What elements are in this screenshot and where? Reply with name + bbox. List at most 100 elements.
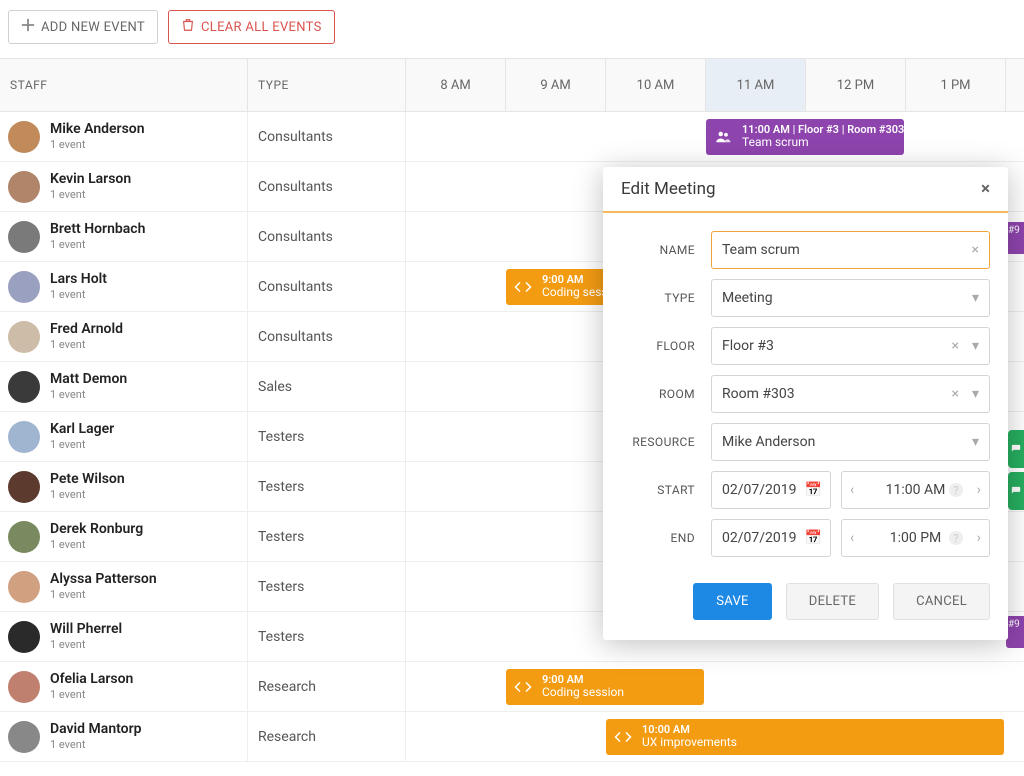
event-peek[interactable]: #9	[1006, 222, 1024, 254]
add-event-label: ADD NEW EVENT	[41, 20, 145, 35]
avatar	[8, 171, 40, 203]
time-header-slot[interactable]: 1 PM	[906, 59, 1006, 111]
calendar-icon: 📅	[805, 482, 822, 498]
staff-type: Testers	[248, 512, 406, 561]
avatar	[8, 121, 40, 153]
staff-type: Research	[248, 712, 406, 761]
staff-type: Consultants	[248, 262, 406, 311]
header-staff: STAFF	[0, 59, 248, 111]
chevron-right-icon[interactable]: ›	[977, 482, 981, 498]
calendar-icon: 📅	[805, 530, 822, 546]
event-label: Team scrum	[742, 136, 904, 149]
floor-label: FLOOR	[621, 339, 711, 353]
staff-name: Fred Arnold	[50, 322, 123, 337]
edge-notification-tab[interactable]	[1008, 472, 1024, 510]
timeline-cell[interactable]: 10:00 AMUX improvements	[406, 712, 1024, 761]
save-button[interactable]: SAVE	[693, 583, 772, 620]
time-header-slot[interactable]: 11 AM	[706, 59, 806, 111]
staff-name: Karl Lager	[50, 422, 114, 437]
resource-label: RESOURCE	[621, 435, 711, 449]
timeline-cell[interactable]: 11:00 AM | Floor #3 | Room #303Team scru…	[406, 112, 1024, 161]
avatar	[8, 621, 40, 653]
code-icon	[614, 728, 632, 746]
avatar	[8, 321, 40, 353]
name-input[interactable]: Team scrum×	[711, 231, 990, 269]
staff-name: Ofelia Larson	[50, 672, 133, 687]
name-label: NAME	[621, 243, 711, 257]
end-date-input[interactable]: 02/07/2019📅	[711, 519, 831, 557]
time-header-slot[interactable]: 8 AM	[406, 59, 506, 111]
code-icon	[514, 278, 532, 296]
avatar	[8, 271, 40, 303]
start-date-input[interactable]: 02/07/2019📅	[711, 471, 831, 509]
column-headers: STAFF TYPE 8 AM9 AM10 AM11 AM12 PM1 PM	[0, 58, 1024, 112]
staff-type: Consultants	[248, 212, 406, 261]
staff-sub: 1 event	[50, 388, 127, 401]
code-icon	[514, 678, 532, 696]
staff-sub: 1 event	[50, 188, 131, 201]
chevron-left-icon[interactable]: ‹	[850, 530, 854, 546]
add-event-button[interactable]: ADD NEW EVENT	[8, 10, 158, 44]
floor-select[interactable]: Floor #3×▾	[711, 327, 990, 365]
time-header-slot[interactable]: 10 AM	[606, 59, 706, 111]
event-block[interactable]: 10:00 AMUX improvements	[606, 719, 1004, 755]
delete-button[interactable]: DELETE	[786, 583, 879, 620]
staff-type: Testers	[248, 462, 406, 511]
trash-icon	[181, 18, 195, 36]
end-time-input[interactable]: ‹1:00 PM?›	[841, 519, 990, 557]
staff-row: David Mantorp 1 event Research 10:00 AMU…	[0, 712, 1024, 762]
clear-floor-icon[interactable]: ×	[952, 338, 959, 354]
popup-title: Edit Meeting	[621, 179, 716, 199]
staff-name: Will Pherrel	[50, 622, 122, 637]
avatar	[8, 371, 40, 403]
edge-notification-tab[interactable]	[1008, 430, 1024, 468]
start-time-input[interactable]: ‹11:00 AM?›	[841, 471, 990, 509]
start-label: START	[621, 483, 711, 497]
chevron-right-icon[interactable]: ›	[977, 530, 981, 546]
close-icon[interactable]: ×	[981, 179, 990, 199]
staff-type: Sales	[248, 362, 406, 411]
cancel-button[interactable]: CANCEL	[893, 583, 990, 620]
clear-events-button[interactable]: CLEAR ALL EVENTS	[168, 10, 335, 44]
type-select[interactable]: Meeting▾	[711, 279, 990, 317]
chevron-down-icon: ▾	[972, 290, 979, 306]
chevron-down-icon: ▾	[972, 386, 979, 402]
avatar	[8, 421, 40, 453]
staff-name: Alyssa Patterson	[50, 572, 157, 587]
room-label: ROOM	[621, 387, 711, 401]
staff-row: Ofelia Larson 1 event Research 9:00 AMCo…	[0, 662, 1024, 712]
event-block[interactable]: 11:00 AM | Floor #3 | Room #303Team scru…	[706, 119, 904, 155]
staff-sub: 1 event	[50, 438, 114, 451]
clear-name-icon[interactable]: ×	[972, 242, 979, 258]
clear-room-icon[interactable]: ×	[952, 386, 959, 402]
staff-type: Consultants	[248, 312, 406, 361]
staff-name: Matt Demon	[50, 372, 127, 387]
plus-icon	[21, 18, 35, 36]
staff-sub: 1 event	[50, 138, 145, 151]
avatar	[8, 571, 40, 603]
staff-type: Consultants	[248, 162, 406, 211]
event-block[interactable]: 9:00 AMCoding session	[506, 669, 704, 705]
header-type: TYPE	[248, 59, 406, 111]
event-peek[interactable]: #9	[1006, 616, 1024, 648]
timeline-cell[interactable]: 9:00 AMCoding session	[406, 662, 1024, 711]
staff-name: Derek Ronburg	[50, 522, 143, 537]
staff-row: Mike Anderson 1 event Consultants 11:00 …	[0, 112, 1024, 162]
end-label: END	[621, 531, 711, 545]
staff-name: Mike Anderson	[50, 122, 145, 137]
event-label: UX improvements	[642, 736, 737, 749]
time-header-slot[interactable]: 12 PM	[806, 59, 906, 111]
edit-meeting-popup: Edit Meeting × NAME Team scrum× TYPE Mee…	[603, 167, 1008, 640]
help-icon: ?	[949, 483, 963, 497]
avatar	[8, 221, 40, 253]
staff-type: Testers	[248, 562, 406, 611]
type-label: TYPE	[621, 291, 711, 305]
time-header-slot[interactable]: 9 AM	[506, 59, 606, 111]
room-select[interactable]: Room #303×▾	[711, 375, 990, 413]
staff-sub: 1 event	[50, 738, 142, 751]
staff-type: Consultants	[248, 112, 406, 161]
staff-sub: 1 event	[50, 638, 122, 651]
staff-sub: 1 event	[50, 238, 145, 251]
chevron-left-icon[interactable]: ‹	[850, 482, 854, 498]
resource-select[interactable]: Mike Anderson▾	[711, 423, 990, 461]
